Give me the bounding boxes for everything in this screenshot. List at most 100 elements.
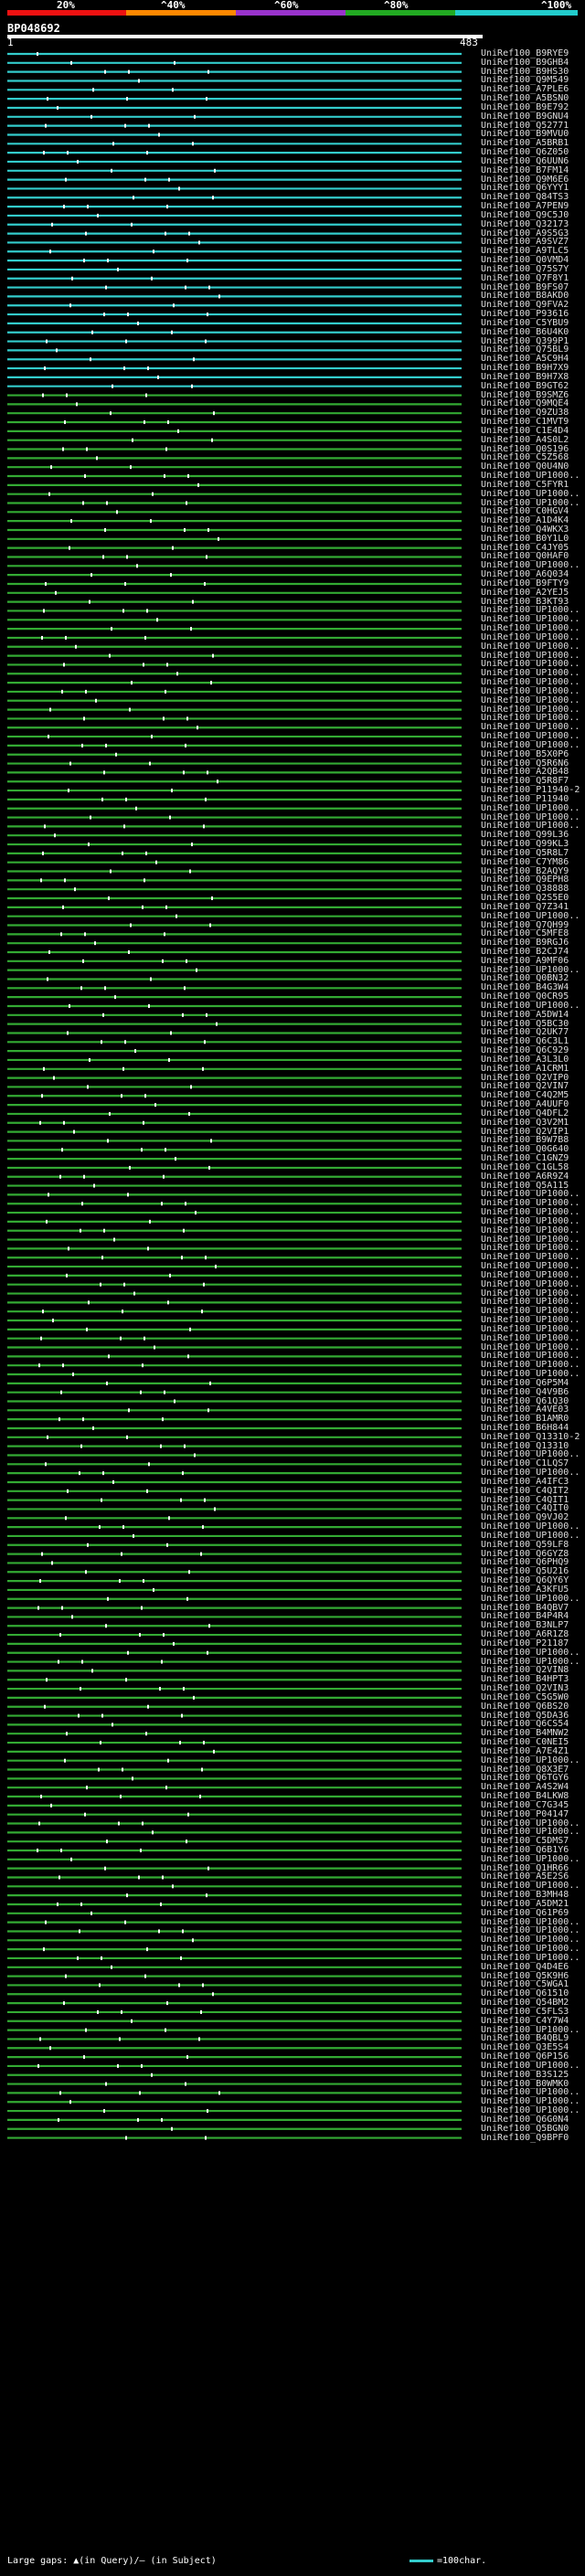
- gap-mark: [58, 2117, 59, 2122]
- gap-mark: [193, 357, 195, 362]
- gap-mark: [136, 564, 138, 568]
- gap-mark: [186, 2055, 188, 2060]
- gap-mark: [145, 393, 147, 398]
- gap-mark: [124, 1040, 126, 1044]
- gap-mark: [185, 743, 186, 747]
- gap-mark: [126, 97, 128, 101]
- gap-mark: [207, 770, 208, 775]
- gap-mark: [127, 1650, 129, 1655]
- gap-mark: [124, 1920, 126, 1924]
- gap-mark: [57, 1902, 58, 1906]
- gap-mark: [117, 2063, 119, 2068]
- gap-mark: [165, 447, 167, 451]
- gap-mark: [117, 267, 119, 271]
- gap-mark: [56, 348, 58, 353]
- gap-mark: [59, 2091, 61, 2095]
- gap-mark: [80, 1902, 82, 1906]
- gap-mark: [216, 1022, 218, 1026]
- gap-mark: [81, 1202, 83, 1206]
- gap-mark: [131, 2019, 133, 2023]
- gap-mark: [183, 1228, 185, 1233]
- gap-mark: [148, 1462, 150, 1467]
- gap-mark: [78, 1713, 80, 1718]
- gap-mark: [123, 1282, 125, 1287]
- gap-mark: [128, 1408, 130, 1413]
- gap-mark: [208, 1624, 210, 1628]
- gap-mark: [184, 1444, 186, 1448]
- gap-mark: [83, 1174, 85, 1179]
- gap-mark: [184, 986, 186, 991]
- gap-mark: [207, 69, 209, 74]
- gap-mark: [51, 222, 53, 227]
- gap-mark: [138, 79, 140, 83]
- gap-mark: [66, 1732, 68, 1736]
- gap-mark: [86, 1786, 88, 1790]
- scale-segment-cyan: [455, 10, 578, 16]
- gap-mark: [67, 1489, 69, 1493]
- gap-mark: [141, 2063, 143, 2068]
- gap-mark: [164, 932, 165, 937]
- gap-mark: [192, 142, 194, 146]
- gap-mark: [37, 2063, 39, 2068]
- gap-mark: [85, 2028, 87, 2032]
- gap-mark: [151, 2072, 153, 2077]
- gap-mark: [88, 843, 90, 847]
- gap-mark: [206, 1893, 207, 1898]
- gap-mark: [200, 2009, 202, 2014]
- gap-mark: [194, 114, 196, 119]
- scale-legend-text: =100char.: [437, 2556, 487, 2566]
- gap-mark: [173, 1641, 175, 1646]
- gap-mark: [119, 2037, 121, 2041]
- gap-mark: [161, 2117, 163, 2122]
- gap-mark: [105, 285, 107, 290]
- gap-mark: [92, 88, 94, 92]
- gap-mark: [48, 950, 50, 954]
- gap-mark: [52, 1319, 54, 1323]
- gap-mark: [144, 1974, 146, 1978]
- gap-mark: [158, 133, 160, 137]
- gap-mark: [143, 1579, 144, 1584]
- gap-mark: [80, 1687, 81, 1691]
- gap-mark: [160, 1902, 162, 1906]
- gap-mark: [164, 474, 165, 479]
- gap-mark: [182, 1929, 184, 1934]
- gap-mark: [183, 770, 185, 775]
- gap-mark: [45, 581, 47, 586]
- gap-mark: [139, 2091, 141, 2095]
- gap-mark: [144, 420, 145, 425]
- gap-mark: [90, 357, 91, 362]
- gap-mark: [45, 1462, 47, 1467]
- gap-mark: [125, 797, 127, 801]
- gap-mark: [50, 1803, 52, 1807]
- gap-mark: [83, 716, 85, 721]
- gap-mark: [91, 1669, 93, 1673]
- gap-mark: [168, 1516, 170, 1521]
- gap-mark: [101, 1256, 103, 1260]
- gap-mark: [71, 1615, 73, 1619]
- gap-mark: [48, 1193, 49, 1197]
- gap-mark: [209, 1381, 211, 1385]
- gap-mark: [157, 375, 159, 379]
- hit-label[interactable]: UniRef100_Q9BPF0: [481, 2133, 569, 2143]
- gap-mark: [125, 2136, 127, 2140]
- hit-list: UniRef100_B9RYE9 UniRef100_B9GHB4 UniRef10…: [0, 49, 585, 2535]
- gap-mark: [114, 995, 116, 1000]
- gap-mark: [109, 1111, 111, 1116]
- gap-mark: [48, 735, 49, 739]
- gap-mark: [126, 555, 128, 559]
- gap-mark: [106, 501, 108, 505]
- gap-mark: [163, 1633, 165, 1638]
- gap-mark: [76, 402, 78, 407]
- gap-mark: [146, 1947, 148, 1952]
- gap-mark: [79, 1929, 80, 1934]
- gap-mark: [151, 735, 153, 739]
- gap-mark: [169, 815, 171, 820]
- gap-mark: [89, 599, 90, 604]
- gap-mark: [88, 1300, 90, 1305]
- gap-mark: [140, 1849, 142, 1852]
- gap-mark: [146, 1489, 148, 1493]
- gap-mark: [118, 1821, 120, 1826]
- gap-mark: [150, 519, 152, 524]
- gap-mark: [149, 1219, 151, 1224]
- gap-mark: [181, 1256, 183, 1260]
